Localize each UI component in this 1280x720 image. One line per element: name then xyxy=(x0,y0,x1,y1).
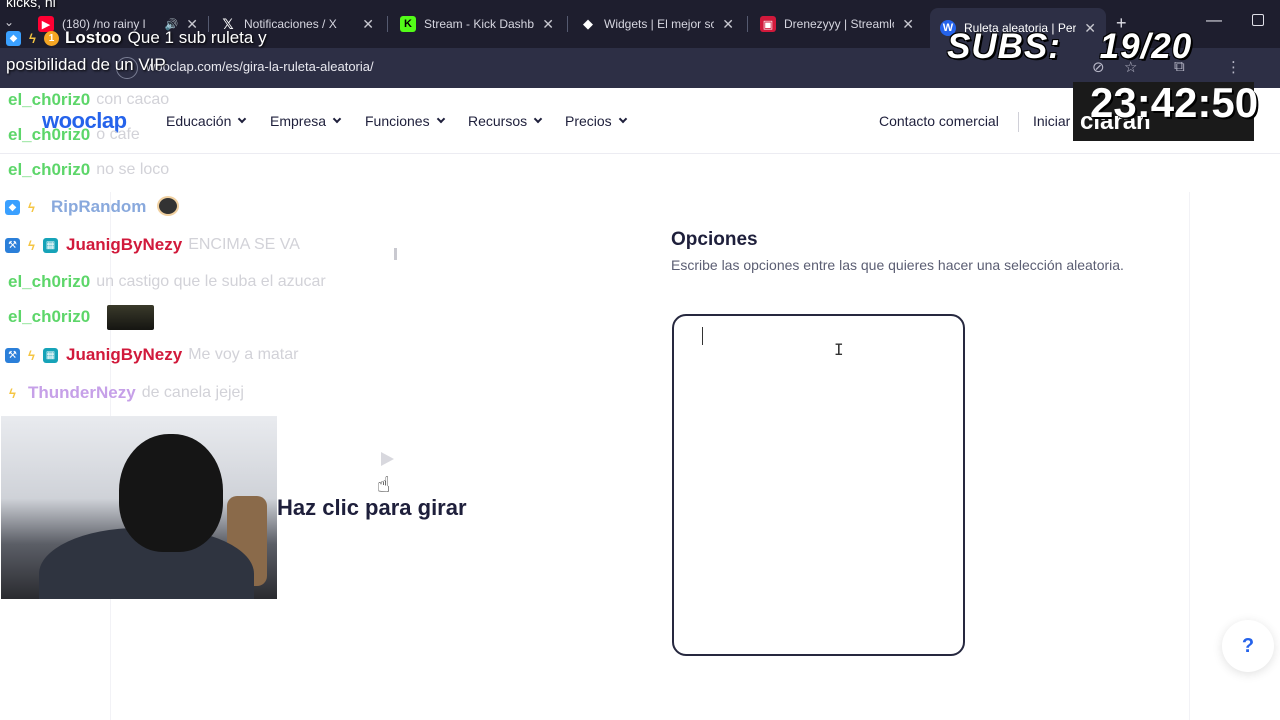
nav-label: Empresa xyxy=(270,113,327,129)
webcam-feed xyxy=(1,416,277,599)
chat-line: el_ch0riz0 con cacao xyxy=(8,90,169,110)
tab-kick-dashboard[interactable]: K Stream - Kick Dashbo ✕ xyxy=(390,8,564,40)
gift-badge-icon: ◆ xyxy=(6,30,21,46)
chat-message: Me voy a matar xyxy=(188,346,299,363)
options-description: Escribe las opciones entre las que quier… xyxy=(671,257,1124,273)
help-button[interactable]: ? xyxy=(1222,620,1274,672)
nav-label: Educación xyxy=(166,113,232,129)
text-caret xyxy=(702,327,703,345)
chevron-down-icon xyxy=(436,114,445,124)
subscriber-badge-icon: ▦ xyxy=(43,347,58,363)
moderator-badge-icon: ⚒ xyxy=(5,237,20,253)
chat-emote xyxy=(107,305,154,330)
lightning-badge-icon: ϟ xyxy=(9,385,16,401)
nav-recursos[interactable]: Recursos xyxy=(468,113,543,129)
options-title: Opciones xyxy=(671,229,758,250)
chat-emote xyxy=(157,196,179,216)
lightning-badge-icon: ϟ xyxy=(28,237,35,253)
chat-message-fragment: kicks, ni xyxy=(6,0,56,10)
chat-message-continued: posibilidad de un VIP xyxy=(6,55,166,74)
text-cursor-icon: I xyxy=(834,340,844,359)
chat-message: un castigo que le suba el azucar xyxy=(96,273,326,290)
chevron-down-icon xyxy=(332,114,342,124)
restore-window-icon[interactable] xyxy=(1252,14,1264,26)
kick-icon: K xyxy=(400,16,416,32)
nav-educacion[interactable]: Educación xyxy=(166,113,247,129)
login-link[interactable]: Iniciar xyxy=(1033,113,1070,129)
nav-label: Precios xyxy=(565,113,612,129)
url-field[interactable]: wooclap.com/es/gira-la-ruleta-aleatoria/ xyxy=(146,59,374,74)
scroll-indicator xyxy=(394,248,397,260)
streamlabs-icon: ▣ xyxy=(760,16,776,32)
chat-username: RipRandom xyxy=(51,197,147,216)
chevron-down-icon xyxy=(618,114,627,124)
chat-message: Que 1 sub ruleta y xyxy=(127,28,267,47)
chat-line: el_ch0riz0 un castigo que le suba el azu… xyxy=(8,272,326,292)
moderator-badge-icon: ⚒ xyxy=(5,347,20,363)
close-tab-icon[interactable]: ✕ xyxy=(362,16,374,33)
chat-username: el_ch0riz0 xyxy=(8,90,91,109)
chat-message: ENCIMA SE VA xyxy=(188,236,300,253)
nav-precios[interactable]: Precios xyxy=(565,113,627,129)
chat-line: ◆ ϟ RipRandom xyxy=(5,197,152,217)
chat-username: el_ch0riz0 xyxy=(8,272,91,291)
tab-title: Drenezyyy | Streamlo xyxy=(784,17,895,31)
minimize-window-icon[interactable]: — xyxy=(1206,12,1222,30)
subs-label: SUBS: xyxy=(947,27,1061,66)
chevron-down-icon xyxy=(533,114,543,124)
chat-message: con cacao xyxy=(96,91,170,108)
chat-line: ⚒ ϟ ▦ JuanigByNezy Me voy a matar xyxy=(5,345,298,365)
tab-search-chevron-icon[interactable]: ⌄ xyxy=(4,15,14,29)
close-tab-icon[interactable]: ✕ xyxy=(542,16,554,33)
close-tab-icon[interactable]: ✕ xyxy=(902,16,914,33)
chat-message: o cafe xyxy=(96,126,140,143)
chat-username: el_ch0riz0 xyxy=(8,160,91,179)
streamer-head xyxy=(119,434,223,552)
contact-sales-link[interactable]: Contacto comercial xyxy=(879,113,999,129)
chat-username: el_ch0riz0 xyxy=(8,307,91,326)
tab-title: Stream - Kick Dashbo xyxy=(424,17,535,31)
subscriber-badge-icon: ▦ xyxy=(43,237,58,253)
nav-label: Funciones xyxy=(365,113,430,129)
tab-streamlabs[interactable]: ▣ Drenezyyy | Streamlo ✕ xyxy=(750,8,924,40)
chat-message: no se loco xyxy=(96,161,170,178)
chat-username: Lostoo xyxy=(65,28,122,47)
chat-line: el_ch0riz0 o cafe xyxy=(8,125,140,145)
nav-label: Recursos xyxy=(468,113,528,129)
widgets-icon: ◆ xyxy=(583,16,593,31)
play-icon xyxy=(381,452,394,466)
options-textarea[interactable] xyxy=(672,314,965,656)
nav-divider xyxy=(1018,112,1019,132)
chat-username: JuanigByNezy xyxy=(66,235,183,254)
chat-message: de canela jejej xyxy=(141,384,244,401)
number-badge-icon: 1 xyxy=(44,30,59,46)
lightning-badge-icon: ϟ xyxy=(28,347,35,363)
gift-badge-icon: ◆ xyxy=(5,199,20,215)
chat-username: ThunderNezy xyxy=(28,383,136,402)
tab-title: Widgets | El mejor sc xyxy=(604,17,715,31)
close-tab-icon[interactable]: ✕ xyxy=(722,16,734,33)
menu-icon[interactable]: ⋮ xyxy=(1226,58,1241,76)
nav-empresa[interactable]: Empresa xyxy=(270,113,342,129)
stream-timer: 23:42:50 xyxy=(1090,79,1259,126)
pinned-chat-message: ◆ ϟ 1 Lostoo Que 1 sub ruleta y xyxy=(6,28,267,48)
chevron-down-icon xyxy=(238,114,247,124)
chat-username: el_ch0riz0 xyxy=(8,125,91,144)
chat-line: ϟ ThunderNezy de canela jejej xyxy=(5,383,244,403)
lightning-badge-icon: ϟ xyxy=(29,30,36,46)
lightning-badge-icon: ϟ xyxy=(28,199,35,215)
chat-line: el_ch0riz0 no se loco xyxy=(8,160,169,180)
chat-line: el_ch0riz0 xyxy=(8,307,96,327)
spin-wheel-label[interactable]: Haz clic para girar xyxy=(277,495,467,521)
tab-widgets[interactable]: ◆ Widgets | El mejor sc ✕ xyxy=(570,8,744,40)
chat-username: JuanigByNezy xyxy=(66,345,183,364)
nav-funciones[interactable]: Funciones xyxy=(365,113,445,129)
subs-goal-counter: SUBS: 19/20 xyxy=(947,27,1192,67)
subs-count: 19/20 xyxy=(1099,27,1193,66)
chat-line: ⚒ ϟ ▦ JuanigByNezy ENCIMA SE VA xyxy=(5,235,300,255)
